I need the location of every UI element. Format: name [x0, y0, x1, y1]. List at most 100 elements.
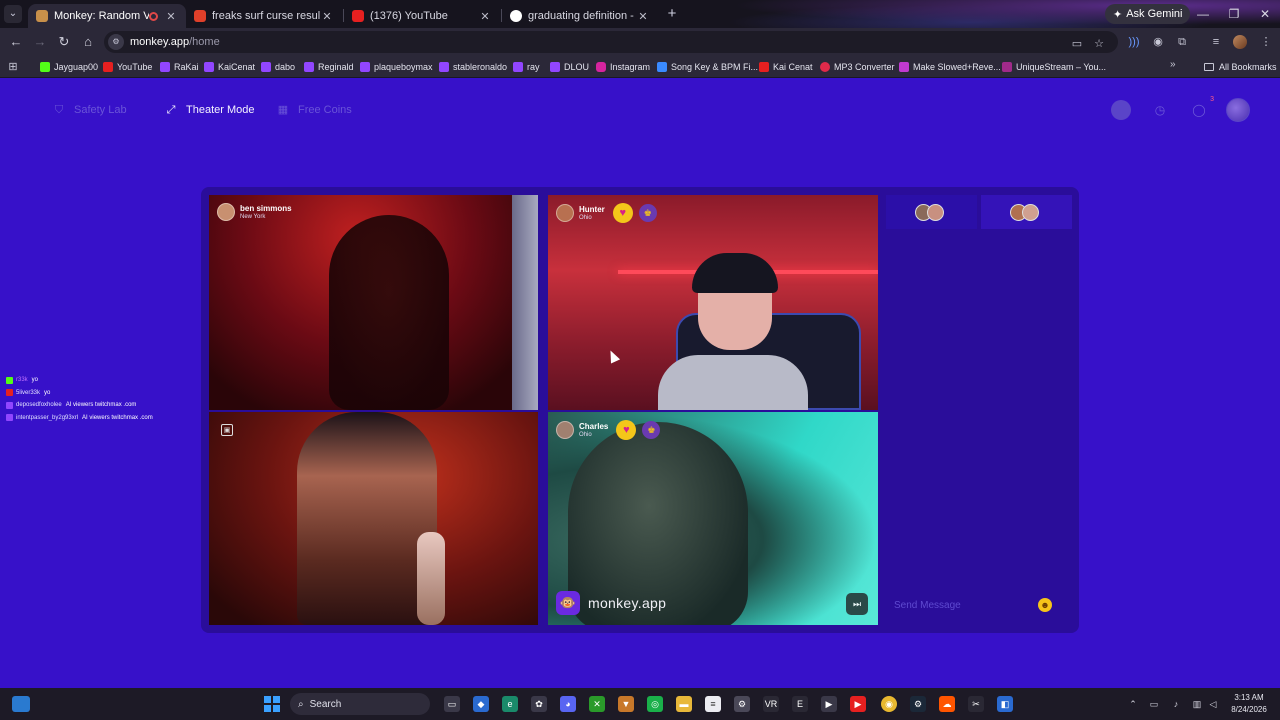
tab-search-menu-icon[interactable]: ≡	[1206, 32, 1226, 52]
camera-icon[interactable]: ▣	[221, 424, 233, 436]
taskbar-clock[interactable]: 3:13 AM 8/24/2026	[1224, 692, 1274, 716]
close-tab-icon[interactable]: ✕	[636, 10, 650, 23]
app-icon[interactable]: ◧	[997, 696, 1013, 712]
tab-google[interactable]: graduating definition - Google ✕	[502, 4, 658, 28]
cast-icon[interactable]: ▭	[1068, 35, 1086, 53]
tab-search-icon[interactable]: ⌄	[4, 5, 22, 23]
profile-avatar[interactable]	[1230, 32, 1250, 52]
taskbar-search[interactable]: ⌕ Search	[290, 693, 430, 715]
chatgpt-icon[interactable]: ✿	[531, 696, 547, 712]
bookmark-item[interactable]: stableronaldo	[439, 59, 507, 75]
display-icon[interactable]: ▭	[1147, 697, 1161, 711]
match-tab-2[interactable]	[981, 195, 1072, 229]
youtube-app-icon[interactable]: ▶	[850, 696, 866, 712]
close-window-icon[interactable]: ✕	[1250, 4, 1280, 24]
free-coins-button[interactable]: ▦ Free Coins	[276, 102, 352, 118]
incognito-extension-icon[interactable]: ◉	[1148, 32, 1168, 52]
restore-icon[interactable]: ❐	[1219, 4, 1249, 24]
microphone-icon[interactable]: ♪	[1169, 697, 1183, 711]
coin-icon[interactable]	[1111, 100, 1131, 120]
forward-icon[interactable]: →	[30, 32, 50, 52]
tab-soundcloud[interactable]: freaks surf curse results on Sou ✕	[186, 4, 342, 28]
bookmark-item[interactable]: plaqueboymax	[360, 59, 433, 75]
history-clock-icon[interactable]: ◷	[1150, 100, 1170, 120]
extensions-icon[interactable]: ⧉	[1172, 32, 1192, 52]
bookmark-star-icon[interactable]: ☆	[1090, 35, 1108, 53]
bookmark-item[interactable]: UniqueStream – You...	[1002, 59, 1106, 75]
heart-icon[interactable]: ♥	[616, 420, 637, 440]
chat-line: r33k yo	[6, 374, 153, 387]
bookmark-item[interactable]: Jayguap00	[40, 59, 98, 75]
bookmark-item[interactable]: RaKai	[160, 59, 199, 75]
brave-icon[interactable]: ▼	[618, 696, 634, 712]
bookmark-item[interactable]: Song Key & BPM Fi...	[657, 59, 758, 75]
menu-kebab-icon[interactable]: ⋮	[1256, 32, 1276, 52]
more-bookmarks-icon[interactable]: »	[1170, 59, 1176, 70]
bookmark-item[interactable]: dabo	[261, 59, 295, 75]
steam-icon[interactable]: ⚙	[910, 696, 926, 712]
bookmark-item[interactable]: DLOU	[550, 59, 589, 75]
bookmark-item[interactable]: Kai Cenat	[759, 59, 813, 75]
edge-icon[interactable]: e	[502, 696, 518, 712]
address-bar[interactable]: ⚙ monkey.app /home ▭ ☆	[104, 31, 1118, 53]
audio-icon[interactable]: )))	[1124, 32, 1144, 52]
bookmark-item[interactable]: MP3 Converter	[820, 59, 895, 75]
video-tile-hunter[interactable]: Hunter Ohio ♥ ♚	[548, 195, 878, 410]
bookmark-item[interactable]: Reginald	[304, 59, 354, 75]
bookmark-item[interactable]: Make Slowed+Reve...	[899, 59, 1001, 75]
xbox-icon[interactable]: ✕	[589, 696, 605, 712]
soundcloud-icon[interactable]: ☁	[939, 696, 955, 712]
close-tab-icon[interactable]: ✕	[164, 10, 178, 23]
emoji-icon[interactable]: ☻	[1038, 598, 1052, 612]
task-view-icon[interactable]: ▭	[444, 696, 460, 712]
volume-icon[interactable]: ◁	[1206, 697, 1220, 711]
start-button[interactable]	[264, 696, 280, 712]
avatar	[1021, 203, 1039, 221]
home-icon[interactable]: ⌂	[78, 32, 98, 52]
network-icon[interactable]: ▥	[1190, 697, 1204, 711]
send-message-input[interactable]	[894, 599, 1034, 611]
theater-mode-button[interactable]: ⤢ Theater Mode	[164, 102, 255, 118]
bookmark-item[interactable]: YouTube	[103, 59, 152, 75]
gift-icon[interactable]: ♚	[642, 421, 661, 439]
skip-next-button[interactable]: ⏭	[846, 593, 868, 615]
chat-bubble-icon[interactable]: ◯ 3	[1189, 96, 1214, 120]
close-tab-icon[interactable]: ✕	[320, 10, 334, 23]
video-tile-self[interactable]: ▣	[209, 412, 538, 625]
match-tab-1[interactable]	[886, 195, 977, 229]
all-bookmarks-button[interactable]: All Bookmarks	[1204, 59, 1277, 75]
apps-grid-icon[interactable]: ⊞	[6, 60, 20, 74]
video-tile-charles[interactable]: Charles Ohio ♥ ♚ 🐵 monkey.app ⏭	[548, 412, 878, 625]
tab-monkey[interactable]: Monkey: Random Video Ch ✕	[28, 4, 186, 28]
chrome-icon[interactable]: ◉	[881, 696, 897, 712]
site-info-icon[interactable]: ⚙	[108, 34, 124, 50]
spotify-icon[interactable]: ◎	[647, 696, 663, 712]
widgets-icon[interactable]	[12, 696, 30, 712]
vr-icon[interactable]: VR	[763, 696, 779, 712]
heart-icon[interactable]: ♥	[612, 203, 633, 223]
tab-youtube[interactable]: (1376) YouTube ✕	[344, 4, 500, 28]
bookmark-item[interactable]: Instagram	[596, 59, 650, 75]
bookmark-item[interactable]: KaiCenat	[204, 59, 255, 75]
media-player-icon[interactable]: ▶	[821, 696, 837, 712]
reload-icon[interactable]: ↻	[54, 32, 74, 52]
notepad-icon[interactable]: ≡	[705, 696, 721, 712]
user-avatar	[217, 203, 235, 221]
epic-games-icon[interactable]: E	[792, 696, 808, 712]
new-tab-icon[interactable]: +	[663, 5, 681, 23]
copilot-icon[interactable]: ◆	[473, 696, 489, 712]
tray-overflow-icon[interactable]: ⌃	[1126, 697, 1140, 711]
ask-gemini-button[interactable]: ✦ Ask Gemini	[1105, 4, 1191, 24]
capcut-icon[interactable]: ✂	[968, 696, 984, 712]
file-explorer-icon[interactable]: ▬	[676, 696, 692, 712]
safety-lab-button[interactable]: ⛉ Safety Lab	[52, 102, 127, 118]
back-icon[interactable]: ←	[6, 32, 26, 52]
bookmark-item[interactable]: ray	[513, 59, 540, 75]
gift-icon[interactable]: ♚	[638, 204, 657, 222]
settings-icon[interactable]: ⚙	[734, 696, 750, 712]
close-tab-icon[interactable]: ✕	[478, 10, 492, 23]
video-tile-ben-simmons[interactable]: ben simmons New York	[209, 195, 538, 410]
minimize-icon[interactable]: —	[1188, 4, 1218, 24]
user-avatar[interactable]	[1226, 98, 1250, 122]
discord-icon[interactable]: ◕	[560, 696, 576, 712]
